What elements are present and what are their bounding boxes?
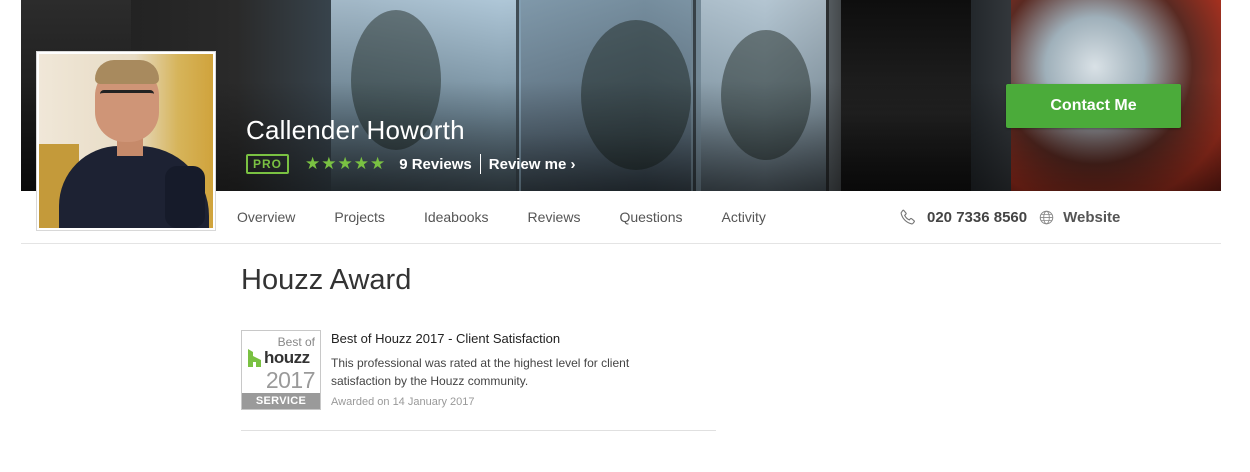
profile-meta: PRO ★★★★★ 9 Reviews Review me › [246,153,575,175]
tab-activity[interactable]: Activity [722,209,766,225]
section-divider [241,430,716,431]
best-of-houzz-badge[interactable]: Best of houzz 2017 SERVICE [241,330,321,410]
houzz-logo-icon [248,349,261,367]
badge-category: SERVICE [242,393,320,409]
website-link[interactable]: Website [1063,209,1120,226]
review-me-link[interactable]: Review me › [489,156,576,173]
meta-divider [479,154,481,174]
section-title: Houzz Award [241,264,412,296]
contact-info: 020 7336 8560 Website [899,191,1120,243]
tab-ideabooks[interactable]: Ideabooks [424,209,489,225]
tab-questions[interactable]: Questions [619,209,682,225]
award-title: Best of Houzz 2017 - Client Satisfaction [331,331,561,346]
phone-number-link[interactable]: 020 7336 8560 [927,209,1027,226]
badge-brand-text: houzz [264,348,310,367]
profile-name: Callender Howorth [246,115,465,145]
globe-icon [1039,210,1054,224]
rating-stars: ★★★★★ [305,154,387,173]
tab-projects[interactable]: Projects [334,209,385,225]
contact-me-button[interactable]: Contact Me [1006,84,1181,128]
badge-brand: houzz [248,348,310,368]
tab-overview[interactable]: Overview [237,209,295,225]
badge-year: 2017 [265,367,316,393]
award-date: Awarded on 14 January 2017 [331,396,475,408]
award-description: This professional was rated at the highe… [331,356,630,388]
phone-icon [900,209,915,225]
badge-best-of: Best of [277,335,315,349]
nav-tabs: Overview Projects Ideabooks Reviews Ques… [237,191,805,243]
tab-reviews[interactable]: Reviews [528,209,581,225]
profile-avatar[interactable] [37,52,215,230]
pro-badge: PRO [246,154,290,174]
reviews-count-link[interactable]: 9 Reviews [399,156,472,173]
